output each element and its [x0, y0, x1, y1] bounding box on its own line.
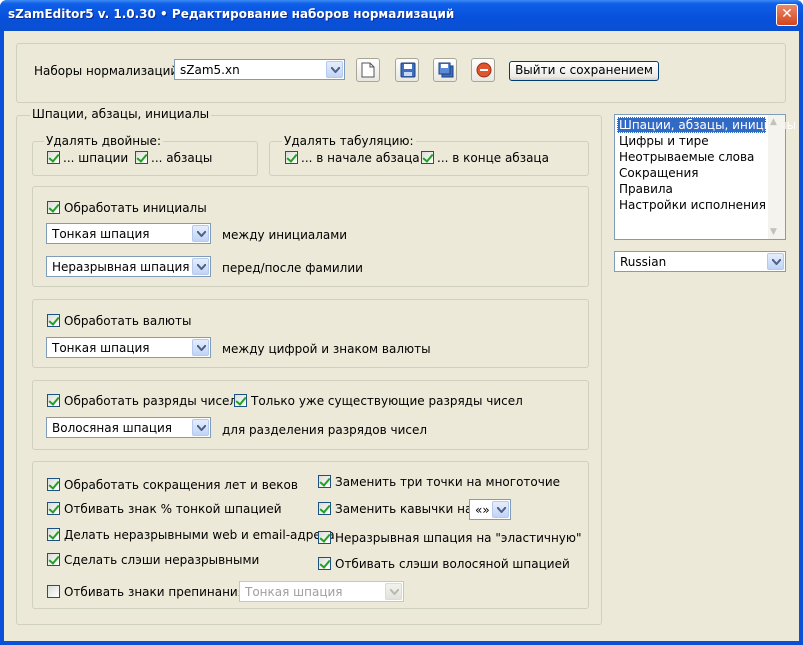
scroll-down-icon[interactable]: ▼ [770, 227, 777, 237]
slashes-checkbox[interactable] [47, 553, 60, 566]
new-file-button[interactable] [356, 58, 380, 82]
quotes-label: Заменить кавычки на [335, 502, 473, 516]
save-exit-button[interactable]: Выйти с сохранением [509, 61, 659, 81]
main-group-title: Шпации, абзацы, инициалы [30, 107, 212, 121]
surname-space-label: перед/после фамилии [222, 261, 363, 275]
elastic-checkbox[interactable] [318, 531, 331, 544]
delete-tab-end-label: ... в конце абзаца [437, 151, 549, 165]
close-button[interactable]: ✕ [776, 4, 798, 26]
delete-double-spaces-checkbox[interactable] [47, 151, 60, 164]
digits-space-value: Волосяная шпация [52, 421, 172, 435]
quotes-combo[interactable]: «» [469, 499, 511, 520]
list-item[interactable]: Неотрываемые слова [617, 149, 754, 165]
years-label: Обработать сокращения лет и веков [64, 478, 298, 492]
process-initials-checkbox[interactable] [47, 201, 60, 214]
initials-space-value: Тонкая шпация [52, 227, 150, 241]
title-bar[interactable]: sZamEditor5 v. 1.0.30 • Редактирование н… [0, 0, 803, 31]
list-scrollbar[interactable]: ▲ ▼ [768, 115, 785, 239]
web-checkbox[interactable] [47, 528, 60, 541]
delete-double-spaces-label: ... шпации [63, 151, 129, 165]
chevron-down-icon[interactable] [385, 583, 402, 600]
digits-group [32, 380, 589, 450]
delete-double-paragraphs-checkbox[interactable] [135, 151, 148, 164]
web-label: Делать неразрывными web и email-адреса [64, 528, 335, 542]
surname-space-combo[interactable]: Неразрывная шпация [46, 256, 211, 277]
list-item[interactable]: Шпации, абзацы, инициалы [617, 117, 796, 133]
existing-digits-label: Только уже существующие разряды чисел [251, 394, 523, 408]
window-title: sZamEditor5 v. 1.0.30 • Редактирование н… [8, 7, 455, 21]
chevron-down-icon[interactable] [192, 225, 209, 242]
new-file-icon [361, 62, 375, 78]
quotes-value: «» [475, 503, 490, 517]
list-item[interactable]: Настройки исполнения [617, 197, 766, 213]
slashes-label: Сделать слэши неразрывными [64, 553, 260, 567]
process-currency-label: Обработать валюты [64, 314, 192, 328]
delete-icon [476, 62, 492, 78]
process-digits-checkbox[interactable] [47, 394, 60, 407]
percent-checkbox[interactable] [47, 502, 60, 515]
list-item[interactable]: Цифры и тире [617, 133, 709, 149]
chevron-down-icon[interactable] [192, 258, 209, 275]
save-as-button[interactable] [433, 58, 457, 82]
existing-digits-checkbox[interactable] [234, 394, 247, 407]
digits-space-combo[interactable]: Волосяная шпация [46, 417, 211, 438]
delete-double-paragraphs-label: ... абзацы [151, 151, 213, 165]
process-initials-label: Обработать инициалы [64, 201, 207, 215]
delete-tab-end-checkbox[interactable] [421, 151, 434, 164]
currency-space-value: Тонкая шпация [52, 341, 150, 355]
delete-tab-start-label: ... в начале абзаца [301, 151, 420, 165]
chevron-down-icon[interactable] [492, 501, 509, 518]
process-digits-label: Обработать разряды чисел [64, 394, 238, 408]
dialog-client: Наборы нормализаций sZam5.xn Выйти с сох… [4, 31, 799, 641]
delete-button[interactable] [471, 58, 495, 82]
doubles-title: Удалять двойные: [44, 134, 163, 148]
language-value: Russian [620, 255, 667, 269]
punct-space-value: Тонкая шпация [245, 585, 343, 599]
sets-combo[interactable]: sZam5.xn [174, 59, 345, 80]
sets-combo-value: sZam5.xn [180, 63, 240, 77]
punct-label: Отбивать знаки препинания [64, 585, 245, 599]
initials-space-label: между инициалами [222, 228, 348, 242]
percent-label: Отбивать знак % тонкой шпацией [64, 502, 282, 516]
surname-space-value: Неразрывная шпация [52, 260, 190, 274]
scroll-up-icon[interactable]: ▲ [770, 117, 777, 127]
app-window: sZamEditor5 v. 1.0.30 • Редактирование н… [0, 0, 803, 645]
digits-space-label: для разделения разрядов чисел [222, 423, 428, 437]
currency-space-label: между цифрой и знаком валюты [222, 342, 431, 356]
elastic-label: Неразрывная шпация на "эластичную" [335, 531, 582, 545]
list-item[interactable]: Сокращения [617, 165, 699, 181]
quotes-checkbox[interactable] [318, 502, 331, 515]
slash-hair-checkbox[interactable] [318, 557, 331, 570]
delete-tab-start-checkbox[interactable] [285, 151, 298, 164]
initials-space-combo[interactable]: Тонкая шпация [46, 223, 211, 244]
save-button[interactable] [395, 58, 419, 82]
save-as-icon [438, 62, 454, 78]
slash-hair-label: Отбивать слэши волосяной шпацией [335, 557, 570, 571]
sets-label: Наборы нормализаций [34, 64, 179, 78]
chevron-down-icon[interactable] [192, 339, 209, 356]
chevron-down-icon[interactable] [767, 253, 784, 270]
punct-space-combo[interactable]: Тонкая шпация [239, 581, 404, 602]
dots-label: Заменить три точки на многоточие [335, 475, 561, 489]
language-combo[interactable]: Russian [614, 251, 786, 272]
dots-checkbox[interactable] [318, 475, 331, 488]
floppy-icon [400, 62, 416, 78]
list-item[interactable]: Правила [617, 181, 673, 197]
chevron-down-icon[interactable] [192, 419, 209, 436]
category-list[interactable]: Шпации, абзацы, инициалы Цифры и тире Не… [614, 114, 796, 240]
punct-checkbox[interactable] [47, 585, 60, 598]
process-currency-checkbox[interactable] [47, 314, 60, 327]
years-checkbox[interactable] [47, 478, 60, 491]
tabs-title: Удалять табуляцию: [282, 134, 416, 148]
currency-space-combo[interactable]: Тонкая шпация [46, 337, 211, 358]
chevron-down-icon[interactable] [326, 61, 343, 78]
